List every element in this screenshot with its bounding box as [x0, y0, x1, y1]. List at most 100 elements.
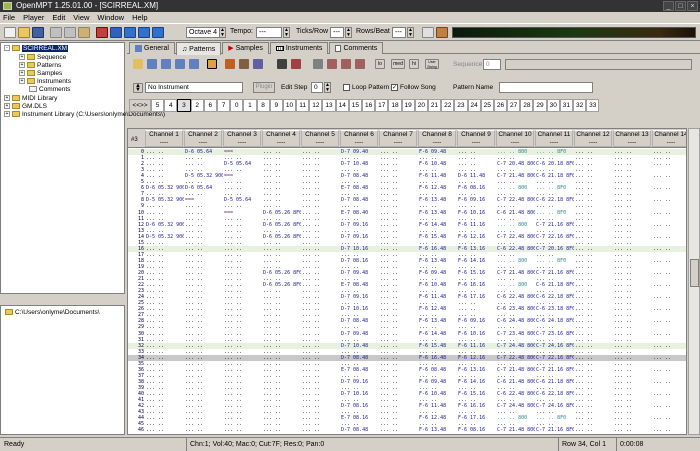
zoom-lo-button[interactable]: lo	[375, 59, 385, 69]
order-item[interactable]: 0	[230, 99, 244, 112]
tree-item-module[interactable]: - SCIRREAL.XM	[4, 45, 69, 53]
tree-item-samples[interactable]: + Samples	[19, 70, 62, 78]
channel-header[interactable]: Channel 3 ----	[223, 130, 261, 147]
tree-item-instruments[interactable]: + Instruments	[19, 78, 71, 86]
play-icon[interactable]	[124, 27, 136, 38]
pattern-cell[interactable]: F-6 08.16	[458, 427, 496, 433]
order-item[interactable]: 32	[573, 99, 587, 112]
ticks-row-spinner[interactable]: ▲ ▼	[345, 27, 352, 38]
zoom-med-button[interactable]: med	[391, 59, 405, 69]
order-item[interactable]: 11	[296, 99, 310, 112]
pattern-cell[interactable]: ... ..	[575, 427, 613, 433]
order-item[interactable]: 3	[177, 99, 191, 112]
pattern-grid[interactable]: #3 Channel 1 ---- Channel 2 ---- Channel 3 --…	[127, 128, 687, 435]
pattern-cell[interactable]: ... ..	[614, 427, 652, 433]
order-item[interactable]: 24	[467, 99, 481, 112]
channel-header[interactable]: Channel 10 ----	[496, 130, 534, 147]
tab-samples[interactable]: ▶ Samples	[222, 42, 269, 54]
menu-help[interactable]: Help	[132, 12, 147, 23]
new-pattern-icon[interactable]	[133, 59, 143, 69]
play-from-icon[interactable]	[189, 59, 199, 69]
close-button[interactable]: ×	[687, 1, 698, 11]
order-item[interactable]: 26	[493, 99, 508, 112]
zoom-hi-button[interactable]: hi	[409, 59, 419, 69]
order-item[interactable]: 10	[282, 99, 297, 112]
tree-item-midi-library[interactable]: + MIDI Library	[4, 95, 57, 103]
order-item[interactable]: 13	[322, 99, 336, 112]
channel-header[interactable]: Channel 13 ----	[613, 130, 651, 147]
settings-icon[interactable]	[436, 27, 448, 38]
order-item[interactable]: 19	[401, 99, 415, 112]
open-folder-icon[interactable]	[18, 27, 30, 38]
scrollbar-thumb[interactable]	[690, 259, 699, 287]
channel-header[interactable]: Channel 4 ----	[262, 130, 300, 147]
order-item[interactable]: 4	[164, 99, 178, 112]
pattern-name-field[interactable]	[499, 82, 593, 93]
follow-song-checkbox[interactable]: ✓ Follow Song	[391, 84, 436, 91]
menu-file[interactable]: File	[3, 12, 15, 23]
record-icon[interactable]	[96, 27, 108, 38]
order-item[interactable]: 30	[546, 99, 560, 112]
channel-header[interactable]: Channel 2 ----	[184, 130, 222, 147]
order-item[interactable]: 18	[388, 99, 402, 112]
order-item[interactable]: 20	[414, 99, 428, 112]
channel-header[interactable]: Channel 14 ----	[652, 130, 686, 147]
edit-step-field[interactable]: 0	[311, 82, 323, 93]
metronome-icon[interactable]	[422, 27, 434, 38]
new-file-icon[interactable]	[4, 27, 16, 38]
order-item[interactable]: 17	[375, 99, 389, 112]
copy-icon[interactable]	[64, 27, 76, 38]
channel-header[interactable]: Channel 9 ----	[457, 130, 495, 147]
channel-header[interactable]: Channel 5 ----	[301, 130, 339, 147]
order-item[interactable]: 5	[151, 99, 165, 112]
edit-step-spinner[interactable]: ▲ ▼	[324, 82, 331, 93]
octave-spinner[interactable]: ▲ ▼	[219, 27, 226, 38]
order-item[interactable]: 29	[533, 99, 547, 112]
instrument-select[interactable]: No Instrument	[145, 82, 243, 93]
tree-item-sequence[interactable]: + Sequence	[19, 54, 66, 62]
play-pattern-icon[interactable]	[147, 59, 157, 69]
cut-icon[interactable]	[50, 27, 62, 38]
channel-header[interactable]: Channel 8 ----	[418, 130, 456, 147]
play-pattern-icon[interactable]	[138, 27, 150, 38]
record-toggle-icon[interactable]	[207, 59, 217, 69]
tempo-spinner[interactable]: ▲ ▼	[283, 27, 290, 38]
menu-player[interactable]: Player	[23, 12, 44, 23]
pattern-cell[interactable]: ... ..	[185, 427, 223, 433]
order-item[interactable]: 2	[190, 99, 204, 112]
maximize-button[interactable]: □	[675, 1, 686, 11]
order-item[interactable]: 28	[520, 99, 534, 112]
channel-header[interactable]: Channel 11 ----	[535, 130, 573, 147]
play-from-row-icon[interactable]	[152, 27, 164, 38]
undo-icon[interactable]	[313, 59, 323, 69]
tab-instruments[interactable]: Instruments	[269, 42, 329, 54]
pattern-cell[interactable]: ... ..	[380, 427, 418, 433]
table-row[interactable]: 46... ..... ..... ..... ..... .. D-7 08.4…	[128, 427, 686, 433]
pattern-cell[interactable]: ... ..	[263, 427, 301, 433]
tree-item-patterns[interactable]: + Patterns	[19, 62, 61, 70]
order-item[interactable]: 33	[586, 99, 600, 112]
play-row-icon[interactable]	[161, 59, 171, 69]
order-item[interactable]: 7	[216, 99, 231, 112]
pattern-cell[interactable]: F-6 13.48	[419, 427, 457, 433]
ticks-row-field[interactable]: ---	[330, 27, 344, 38]
stop-pattern-icon[interactable]	[175, 59, 185, 69]
order-item[interactable]: 23	[454, 99, 468, 112]
pattern-scrollbar[interactable]	[688, 128, 700, 435]
order-item[interactable]: 6	[203, 99, 217, 112]
order-item[interactable]: 8	[256, 99, 270, 112]
order-item[interactable]: 21	[427, 99, 442, 112]
tab-patterns[interactable]: ♫ Patterns	[175, 42, 222, 55]
pattern-cell[interactable]: ... ..	[224, 427, 262, 433]
order-item[interactable]: 22	[441, 99, 455, 112]
shrink-icon[interactable]	[341, 59, 351, 69]
browser-path[interactable]: C:\Users\onlyme\Documents\	[5, 309, 100, 316]
channel-header[interactable]: Channel 12 ----	[574, 130, 612, 147]
rows-beat-spinner[interactable]: ▲ ▼	[407, 27, 414, 38]
order-item[interactable]: 9	[269, 99, 283, 112]
rows-beat-field[interactable]: ---	[392, 27, 406, 38]
channel-header[interactable]: Channel 1 ----	[145, 130, 183, 147]
save-icon[interactable]	[32, 27, 44, 38]
sequence-name-field[interactable]	[505, 59, 692, 70]
menu-edit[interactable]: Edit	[52, 12, 65, 23]
